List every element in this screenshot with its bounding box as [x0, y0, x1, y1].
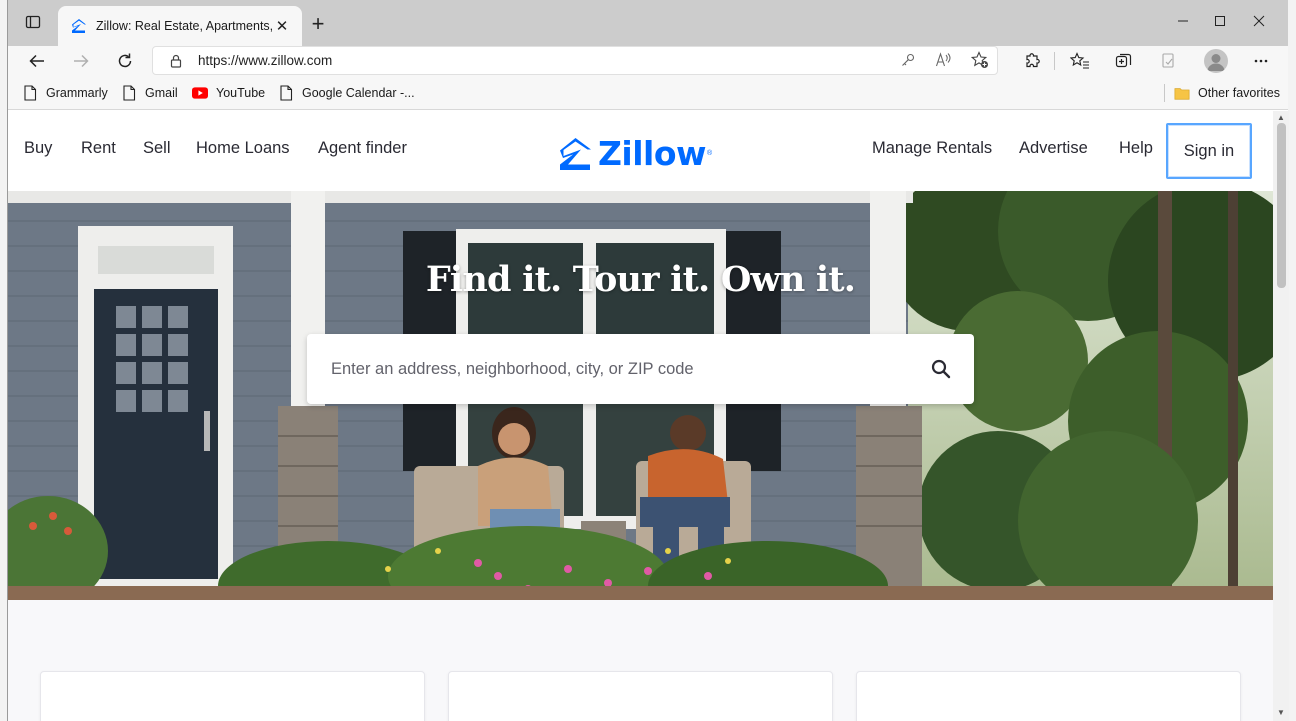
nav-home-loans[interactable]: Home Loans	[196, 139, 290, 158]
browser-toolbar: https://www.zillow.com	[8, 46, 1288, 76]
scroll-up-arrow-icon[interactable]: ▲	[1276, 113, 1286, 123]
browser-window: Zillow: Real Estate, Apartments, M ✕ + h…	[7, 0, 1289, 721]
favorite-grammarly[interactable]: Grammarly	[22, 83, 108, 103]
other-favorites-label: Other favorites	[1198, 86, 1280, 100]
youtube-icon	[192, 85, 208, 101]
favorite-gmail[interactable]: Gmail	[121, 83, 178, 103]
other-favorites-folder[interactable]: Other favorites	[1174, 83, 1280, 103]
hero-section: Find it. Tour it. Own it.	[8, 191, 1273, 600]
favorites-icon[interactable]	[1069, 50, 1091, 72]
tab-title: Zillow: Real Estate, Apartments, M	[96, 19, 272, 33]
page-icon	[278, 85, 294, 101]
favorite-label: Grammarly	[46, 86, 108, 100]
collections-icon[interactable]	[1113, 50, 1135, 72]
zillow-house-icon	[560, 137, 591, 170]
page-icon	[121, 85, 137, 101]
page-icon	[22, 85, 38, 101]
sign-in-button[interactable]: Sign in	[1166, 123, 1252, 179]
nav-buy[interactable]: Buy	[24, 139, 52, 158]
nav-help[interactable]: Help	[1119, 139, 1153, 158]
scroll-down-arrow-icon[interactable]: ▼	[1276, 708, 1286, 718]
registered-mark: ®	[707, 150, 713, 157]
favorites-divider	[1164, 84, 1165, 102]
extensions-icon[interactable]	[1021, 50, 1043, 72]
search-icon[interactable]	[930, 358, 952, 380]
zillow-wordmark: Zillow	[598, 134, 707, 173]
add-favorite-icon[interactable]	[970, 50, 990, 70]
favorites-bar: Grammarly Gmail YouTube Google Calendar …	[8, 76, 1288, 110]
nav-agent-finder[interactable]: Agent finder	[318, 139, 407, 158]
favorite-youtube[interactable]: YouTube	[192, 83, 265, 103]
tab-close-icon[interactable]: ✕	[272, 16, 292, 36]
toolbar-divider	[1054, 52, 1055, 70]
tab-actions-icon[interactable]	[22, 11, 44, 33]
page-viewport: Buy Rent Sell Home Loans Agent finder Zi…	[8, 111, 1273, 721]
tab-strip: Zillow: Real Estate, Apartments, M ✕ +	[8, 0, 1288, 46]
feature-card[interactable]	[448, 671, 833, 721]
nav-rent[interactable]: Rent	[81, 139, 116, 158]
browser-tab-zillow[interactable]: Zillow: Real Estate, Apartments, M ✕	[58, 6, 302, 46]
browser-essentials-icon[interactable]	[1158, 50, 1180, 72]
nav-manage-rentals[interactable]: Manage Rentals	[872, 139, 992, 158]
nav-sell[interactable]: Sell	[143, 139, 171, 158]
refresh-icon[interactable]	[110, 46, 140, 76]
zillow-logo[interactable]: Zillow ®	[559, 134, 712, 173]
minimize-icon[interactable]	[1168, 8, 1198, 34]
folder-icon	[1174, 85, 1190, 101]
search-input[interactable]	[331, 359, 930, 379]
address-bar[interactable]: https://www.zillow.com	[152, 46, 998, 75]
close-window-icon[interactable]	[1244, 8, 1274, 34]
favorite-label: YouTube	[216, 86, 266, 100]
search-box[interactable]	[307, 334, 974, 404]
page-scrollbar[interactable]: ▲ ▼	[1273, 111, 1289, 721]
zillow-header: Buy Rent Sell Home Loans Agent finder Zi…	[8, 111, 1273, 191]
zillow-favicon-icon	[70, 17, 88, 35]
key-icon[interactable]	[898, 50, 918, 70]
hero-title: Find it. Tour it. Own it.	[425, 259, 856, 300]
maximize-icon[interactable]	[1205, 8, 1235, 34]
favorite-google-calendar[interactable]: Google Calendar -...	[278, 83, 415, 103]
nav-advertise[interactable]: Advertise	[1019, 139, 1088, 158]
back-icon[interactable]	[22, 46, 52, 76]
lock-icon[interactable]	[168, 53, 184, 69]
profile-avatar[interactable]	[1204, 49, 1228, 73]
more-options-icon[interactable]	[1250, 50, 1272, 72]
address-url: https://www.zillow.com	[198, 53, 333, 68]
feature-card[interactable]	[40, 671, 425, 721]
favorite-label: Google Calendar -...	[302, 86, 415, 100]
new-tab-icon[interactable]: +	[306, 11, 330, 36]
feature-card[interactable]	[856, 671, 1241, 721]
favorite-label: Gmail	[145, 86, 178, 100]
scrollbar-thumb[interactable]	[1277, 123, 1286, 288]
read-aloud-icon[interactable]	[934, 50, 954, 70]
forward-icon[interactable]	[66, 46, 96, 76]
